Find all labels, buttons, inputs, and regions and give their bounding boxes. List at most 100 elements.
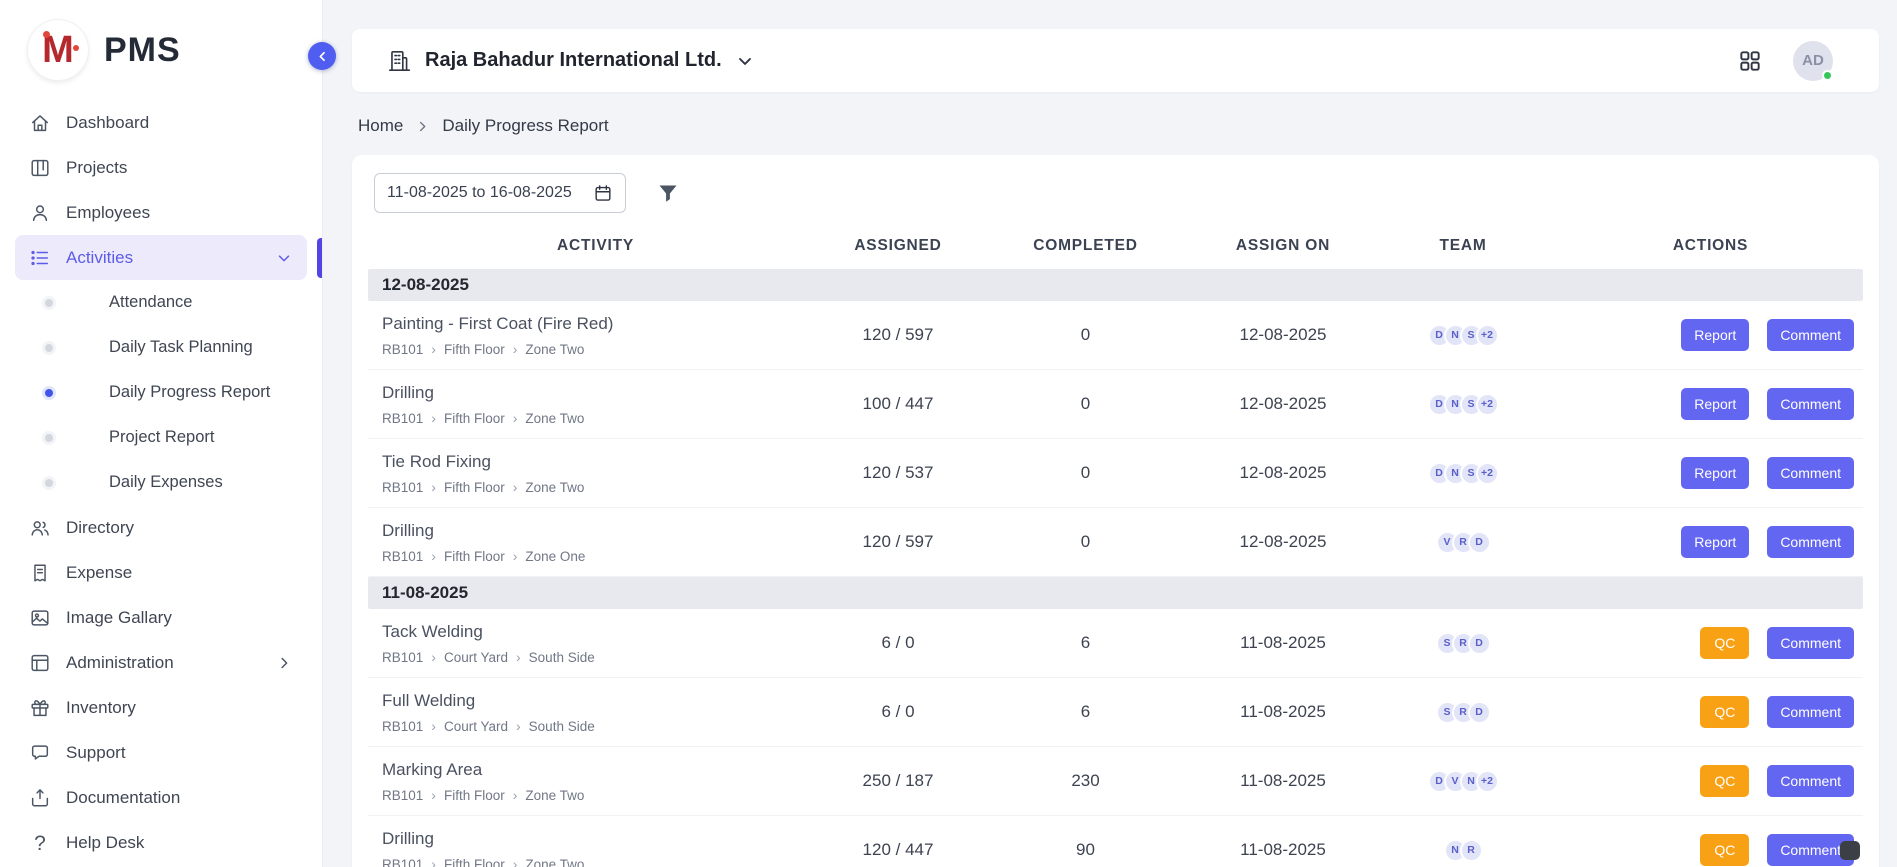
company-name: Raja Bahadur International Ltd.: [425, 49, 722, 72]
scrollbar-thumb[interactable]: [1840, 841, 1860, 860]
activity-row: Marking Area RB101›Fifth Floor›Zone Two …: [368, 747, 1863, 816]
team-avatar[interactable]: +2: [1476, 393, 1499, 416]
comment-button[interactable]: Comment: [1767, 765, 1854, 797]
path-segment: RB101: [382, 411, 423, 426]
sidebar-subitem-daily-progress-report[interactable]: Daily Progress Report: [15, 370, 307, 415]
team-avatar[interactable]: D: [1468, 701, 1491, 724]
report-button[interactable]: Report: [1681, 457, 1749, 489]
sidebar-item-activities[interactable]: Activities: [15, 235, 307, 280]
team-avatars: DNS+2: [1368, 324, 1558, 347]
qc-button[interactable]: QC: [1700, 627, 1749, 659]
sidebar-menu: Dashboard Projects Employees Activities: [0, 100, 322, 865]
activity-row: Drilling RB101›Fifth Floor›Zone One 120 …: [368, 508, 1863, 577]
help-desk-icon: ?: [29, 832, 51, 854]
path-segment: Fifth Floor: [444, 480, 505, 495]
qc-button[interactable]: QC: [1700, 834, 1749, 866]
report-button[interactable]: Report: [1681, 526, 1749, 558]
path-segment: Fifth Floor: [444, 549, 505, 564]
bullet-icon: [45, 434, 53, 442]
date-group-row: 11-08-2025: [368, 577, 1863, 609]
user-avatar[interactable]: AD: [1793, 41, 1833, 81]
date-range-input[interactable]: 11-08-2025 to 16-08-2025: [374, 173, 626, 213]
sidebar-item-administration[interactable]: Administration: [15, 640, 307, 685]
comment-button[interactable]: Comment: [1767, 627, 1854, 659]
sidebar-subitem-project-report[interactable]: Project Report: [15, 415, 307, 460]
row-actions: Report Comment: [1558, 388, 1863, 420]
row-actions: QCComment: [1558, 834, 1863, 866]
sidebar-subitem-label: Project Report: [109, 428, 214, 447]
sidebar-item-inventory[interactable]: Inventory: [15, 685, 307, 730]
team-avatar[interactable]: +2: [1476, 462, 1499, 485]
assigned-value: 120 / 597: [823, 325, 973, 345]
sidebar-item-label: Expense: [66, 563, 132, 583]
chevron-down-icon: [275, 249, 293, 267]
chevron-right-icon: ›: [431, 719, 436, 733]
report-button[interactable]: Report: [1681, 319, 1749, 351]
chevron-right-icon: ›: [431, 342, 436, 356]
report-button[interactable]: Report: [1681, 388, 1749, 420]
activity-cell: Marking Area RB101›Fifth Floor›Zone Two: [368, 760, 823, 803]
activity-path: RB101›Court Yard›South Side: [382, 650, 823, 665]
row-actions: QC Comment: [1558, 765, 1863, 797]
team-avatar[interactable]: +2: [1476, 324, 1499, 347]
sidebar-subitem-attendance[interactable]: Attendance: [15, 280, 307, 325]
sidebar-subitem-daily-expenses[interactable]: Daily Expenses: [15, 460, 307, 505]
path-segment: Fifth Floor: [444, 342, 505, 357]
comment-button[interactable]: Comment: [1767, 696, 1854, 728]
sidebar-item-dashboard[interactable]: Dashboard: [15, 100, 307, 145]
activity-cell: Drilling RB101›Fifth Floor›Zone One: [368, 521, 823, 564]
sidebar-subitem-daily-task-planning[interactable]: Daily Task Planning: [15, 325, 307, 370]
qc-button[interactable]: QC: [1700, 696, 1749, 728]
path-segment: Zone Two: [525, 857, 584, 867]
sidebar-item-projects[interactable]: Projects: [15, 145, 307, 190]
sidebar-item-label: Documentation: [66, 788, 180, 808]
sidebar-item-employees[interactable]: Employees: [15, 190, 307, 235]
comment-button[interactable]: Comment: [1767, 457, 1854, 489]
sidebar-item-image-gallery[interactable]: Image Gallary: [15, 595, 307, 640]
path-segment: RB101: [382, 549, 423, 564]
activity-path: RB101›Fifth Floor›Zone Two: [382, 857, 823, 867]
chevron-right-icon: ›: [516, 719, 521, 733]
team-avatars: DNS+2: [1368, 393, 1558, 416]
expense-icon: [29, 562, 51, 584]
sidebar-item-help-desk[interactable]: ? Help Desk: [15, 820, 307, 865]
comment-button[interactable]: Comment: [1767, 319, 1854, 351]
content-card: 11-08-2025 to 16-08-2025 ACTIVITY ASSIGN…: [352, 155, 1879, 867]
assigned-value: 120 / 537: [823, 463, 973, 483]
sidebar-item-expense[interactable]: Expense: [15, 550, 307, 595]
path-segment: Zone Two: [525, 480, 584, 495]
sidebar-item-support[interactable]: Support: [15, 730, 307, 775]
chevron-right-icon: ›: [513, 342, 518, 356]
apps-grid-button[interactable]: [1737, 48, 1763, 74]
comment-button[interactable]: Comment: [1767, 388, 1854, 420]
chevron-right-icon: ›: [513, 480, 518, 494]
company-selector[interactable]: Raja Bahadur International Ltd.: [386, 48, 755, 74]
assigned-value: 100 / 447: [823, 394, 973, 414]
row-actions: Report Comment: [1558, 457, 1863, 489]
sidebar-item-documentation[interactable]: Documentation: [15, 775, 307, 820]
chevron-right-icon: [415, 119, 430, 134]
chevron-right-icon: ›: [431, 549, 436, 563]
chevron-right-icon: ›: [516, 650, 521, 664]
team-avatar[interactable]: D: [1468, 531, 1491, 554]
activity-cell: Tie Rod Fixing RB101›Fifth Floor›Zone Tw…: [368, 452, 823, 495]
qc-button[interactable]: QC: [1700, 765, 1749, 797]
activity-cell: Tack Welding RB101›Court Yard›South Side: [368, 622, 823, 665]
assigned-value: 6 / 0: [823, 702, 973, 722]
date-range-value: 11-08-2025 to 16-08-2025: [387, 184, 572, 202]
bullet-icon: [45, 299, 53, 307]
sidebar-subitem-label: Attendance: [109, 293, 192, 312]
activity-row: Full Welding RB101›Court Yard›South Side…: [368, 678, 1863, 747]
team-avatars: SRD: [1368, 632, 1558, 655]
sidebar-item-directory[interactable]: Directory: [15, 505, 307, 550]
breadcrumb-home[interactable]: Home: [358, 116, 403, 136]
chevron-down-icon: [735, 51, 755, 71]
team-avatar[interactable]: R: [1460, 839, 1483, 862]
team-avatar[interactable]: D: [1468, 632, 1491, 655]
filter-icon[interactable]: [656, 181, 680, 205]
sidebar-item-label: Activities: [66, 248, 133, 268]
sidebar-collapse-button[interactable]: [308, 42, 336, 70]
comment-button[interactable]: Comment: [1767, 526, 1854, 558]
team-avatar[interactable]: +2: [1476, 770, 1499, 793]
row-actions: QC Comment: [1558, 627, 1863, 659]
